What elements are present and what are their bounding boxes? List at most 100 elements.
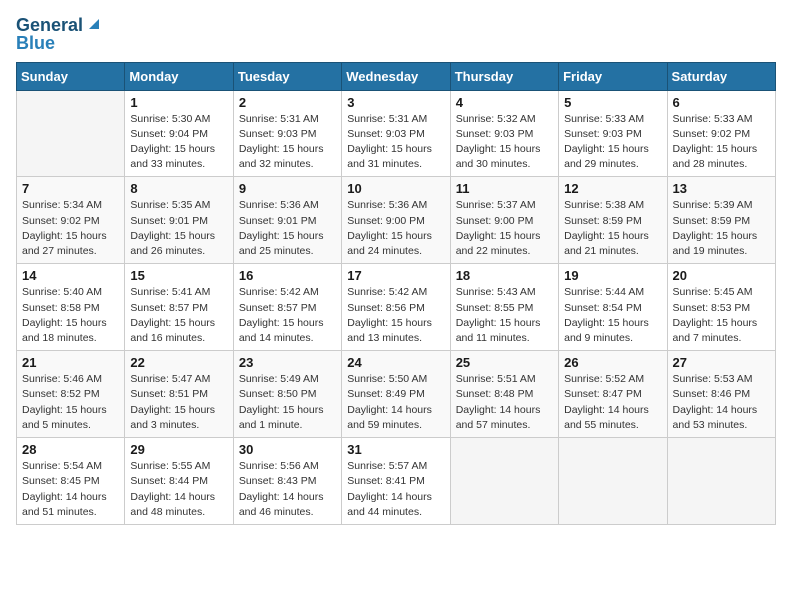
- day-number: 8: [130, 181, 227, 196]
- day-header-friday: Friday: [559, 62, 667, 90]
- day-number: 2: [239, 95, 336, 110]
- calendar-cell: 25 Sunrise: 5:51 AM Sunset: 8:48 PM Dayli…: [450, 351, 558, 438]
- day-number: 26: [564, 355, 661, 370]
- calendar-cell: 8Sunrise: 5:35 AM Sunset: 9:01 PM Daylig…: [125, 177, 233, 264]
- day-detail: Sunrise: 5:49 AM Sunset: 8:50 PM Dayligh…: [239, 372, 336, 433]
- calendar-cell: 12Sunrise: 5:38 AM Sunset: 8:59 PM Dayli…: [559, 177, 667, 264]
- day-detail: Sunrise: 5:40 AM Sunset: 8:58 PM Dayligh…: [22, 285, 119, 346]
- calendar-week-row: 21Sunrise: 5:46 AM Sunset: 8:52 PM Dayli…: [17, 351, 776, 438]
- day-detail: Sunrise: 5:33 AM Sunset: 9:03 PM Dayligh…: [564, 112, 661, 173]
- day-number: 22: [130, 355, 227, 370]
- calendar-cell: 16 Sunrise: 5:42 AM Sunset: 8:57 PM Dayli…: [233, 264, 341, 351]
- day-detail: Sunrise: 5:51 AM Sunset: 8:48 PM Dayligh…: [456, 372, 553, 433]
- calendar-cell: 6 Sunrise: 5:33 AM Sunset: 9:02 PM Daylig…: [667, 90, 775, 177]
- day-detail: Sunrise: 5:52 AM Sunset: 8:47 PM Dayligh…: [564, 372, 661, 433]
- day-detail: Sunrise: 5:31 AM Sunset: 9:03 PM Dayligh…: [239, 112, 336, 173]
- day-detail: Sunrise: 5:45 AM Sunset: 8:53 PM Dayligh…: [673, 285, 770, 346]
- day-number: 19: [564, 268, 661, 283]
- day-number: 16: [239, 268, 336, 283]
- day-number: 1: [130, 95, 227, 110]
- calendar-cell: 31Sunrise: 5:57 AM Sunset: 8:41 PM Dayli…: [342, 438, 450, 525]
- day-number: 14: [22, 268, 119, 283]
- day-number: 6: [673, 95, 770, 110]
- day-header-wednesday: Wednesday: [342, 62, 450, 90]
- day-detail: Sunrise: 5:34 AM Sunset: 9:02 PM Dayligh…: [22, 198, 119, 259]
- calendar-cell: [17, 90, 125, 177]
- day-number: 9: [239, 181, 336, 196]
- day-detail: Sunrise: 5:37 AM Sunset: 9:00 PM Dayligh…: [456, 198, 553, 259]
- day-number: 7: [22, 181, 119, 196]
- day-number: 15: [130, 268, 227, 283]
- day-number: 23: [239, 355, 336, 370]
- day-detail: Sunrise: 5:43 AM Sunset: 8:55 PM Dayligh…: [456, 285, 553, 346]
- calendar-cell: 3Sunrise: 5:31 AM Sunset: 9:03 PM Daylig…: [342, 90, 450, 177]
- day-number: 11: [456, 181, 553, 196]
- page-header: General Blue: [16, 16, 776, 54]
- calendar-cell: 19 Sunrise: 5:44 AM Sunset: 8:54 PM Dayli…: [559, 264, 667, 351]
- calendar-cell: 23 Sunrise: 5:49 AM Sunset: 8:50 PM Dayli…: [233, 351, 341, 438]
- calendar-cell: 18 Sunrise: 5:43 AM Sunset: 8:55 PM Dayli…: [450, 264, 558, 351]
- day-detail: Sunrise: 5:42 AM Sunset: 8:57 PM Dayligh…: [239, 285, 336, 346]
- calendar-cell: [559, 438, 667, 525]
- day-number: 17: [347, 268, 444, 283]
- day-detail: Sunrise: 5:41 AM Sunset: 8:57 PM Dayligh…: [130, 285, 227, 346]
- calendar-cell: 30 Sunrise: 5:56 AM Sunset: 8:43 PM Dayli…: [233, 438, 341, 525]
- day-number: 30: [239, 442, 336, 457]
- day-detail: Sunrise: 5:33 AM Sunset: 9:02 PM Dayligh…: [673, 112, 770, 173]
- calendar-cell: 21Sunrise: 5:46 AM Sunset: 8:52 PM Dayli…: [17, 351, 125, 438]
- calendar-cell: 2 Sunrise: 5:31 AM Sunset: 9:03 PM Daylig…: [233, 90, 341, 177]
- calendar-week-row: 14 Sunrise: 5:40 AM Sunset: 8:58 PM Dayli…: [17, 264, 776, 351]
- day-detail: Sunrise: 5:55 AM Sunset: 8:44 PM Dayligh…: [130, 459, 227, 520]
- calendar-cell: 22 Sunrise: 5:47 AM Sunset: 8:51 PM Dayli…: [125, 351, 233, 438]
- calendar-cell: [667, 438, 775, 525]
- day-detail: Sunrise: 5:36 AM Sunset: 9:00 PM Dayligh…: [347, 198, 444, 259]
- calendar-cell: 10 Sunrise: 5:36 AM Sunset: 9:00 PM Dayli…: [342, 177, 450, 264]
- day-number: 20: [673, 268, 770, 283]
- day-number: 5: [564, 95, 661, 110]
- day-number: 21: [22, 355, 119, 370]
- logo-blue: Blue: [16, 34, 55, 54]
- day-number: 25: [456, 355, 553, 370]
- calendar-table: SundayMondayTuesdayWednesdayThursdayFrid…: [16, 62, 776, 525]
- calendar-cell: 14 Sunrise: 5:40 AM Sunset: 8:58 PM Dayli…: [17, 264, 125, 351]
- day-detail: Sunrise: 5:44 AM Sunset: 8:54 PM Dayligh…: [564, 285, 661, 346]
- day-number: 4: [456, 95, 553, 110]
- day-detail: Sunrise: 5:42 AM Sunset: 8:56 PM Dayligh…: [347, 285, 444, 346]
- day-detail: Sunrise: 5:54 AM Sunset: 8:45 PM Dayligh…: [22, 459, 119, 520]
- day-header-sunday: Sunday: [17, 62, 125, 90]
- day-detail: Sunrise: 5:39 AM Sunset: 8:59 PM Dayligh…: [673, 198, 770, 259]
- calendar-cell: 28 Sunrise: 5:54 AM Sunset: 8:45 PM Dayli…: [17, 438, 125, 525]
- calendar-cell: 7 Sunrise: 5:34 AM Sunset: 9:02 PM Daylig…: [17, 177, 125, 264]
- day-detail: Sunrise: 5:57 AM Sunset: 8:41 PM Dayligh…: [347, 459, 444, 520]
- day-detail: Sunrise: 5:53 AM Sunset: 8:46 PM Dayligh…: [673, 372, 770, 433]
- calendar-cell: 9 Sunrise: 5:36 AM Sunset: 9:01 PM Daylig…: [233, 177, 341, 264]
- day-detail: Sunrise: 5:30 AM Sunset: 9:04 PM Dayligh…: [130, 112, 227, 173]
- day-header-tuesday: Tuesday: [233, 62, 341, 90]
- day-detail: Sunrise: 5:56 AM Sunset: 8:43 PM Dayligh…: [239, 459, 336, 520]
- calendar-week-row: 1 Sunrise: 5:30 AM Sunset: 9:04 PM Daylig…: [17, 90, 776, 177]
- calendar-cell: 5 Sunrise: 5:33 AM Sunset: 9:03 PM Daylig…: [559, 90, 667, 177]
- day-number: 24: [347, 355, 444, 370]
- day-number: 13: [673, 181, 770, 196]
- day-number: 10: [347, 181, 444, 196]
- calendar-week-row: 28 Sunrise: 5:54 AM Sunset: 8:45 PM Dayli…: [17, 438, 776, 525]
- day-detail: Sunrise: 5:50 AM Sunset: 8:49 PM Dayligh…: [347, 372, 444, 433]
- calendar-cell: 1 Sunrise: 5:30 AM Sunset: 9:04 PM Daylig…: [125, 90, 233, 177]
- calendar-cell: 11 Sunrise: 5:37 AM Sunset: 9:00 PM Dayli…: [450, 177, 558, 264]
- day-header-monday: Monday: [125, 62, 233, 90]
- day-detail: Sunrise: 5:47 AM Sunset: 8:51 PM Dayligh…: [130, 372, 227, 433]
- logo: General Blue: [16, 16, 103, 54]
- calendar-cell: 17 Sunrise: 5:42 AM Sunset: 8:56 PM Dayli…: [342, 264, 450, 351]
- day-header-thursday: Thursday: [450, 62, 558, 90]
- day-number: 29: [130, 442, 227, 457]
- day-number: 28: [22, 442, 119, 457]
- day-number: 27: [673, 355, 770, 370]
- day-detail: Sunrise: 5:36 AM Sunset: 9:01 PM Dayligh…: [239, 198, 336, 259]
- day-detail: Sunrise: 5:32 AM Sunset: 9:03 PM Dayligh…: [456, 112, 553, 173]
- calendar-header-row: SundayMondayTuesdayWednesdayThursdayFrid…: [17, 62, 776, 90]
- calendar-cell: 13 Sunrise: 5:39 AM Sunset: 8:59 PM Dayli…: [667, 177, 775, 264]
- calendar-week-row: 7 Sunrise: 5:34 AM Sunset: 9:02 PM Daylig…: [17, 177, 776, 264]
- day-number: 18: [456, 268, 553, 283]
- calendar-cell: 20 Sunrise: 5:45 AM Sunset: 8:53 PM Dayli…: [667, 264, 775, 351]
- calendar-cell: 4 Sunrise: 5:32 AM Sunset: 9:03 PM Daylig…: [450, 90, 558, 177]
